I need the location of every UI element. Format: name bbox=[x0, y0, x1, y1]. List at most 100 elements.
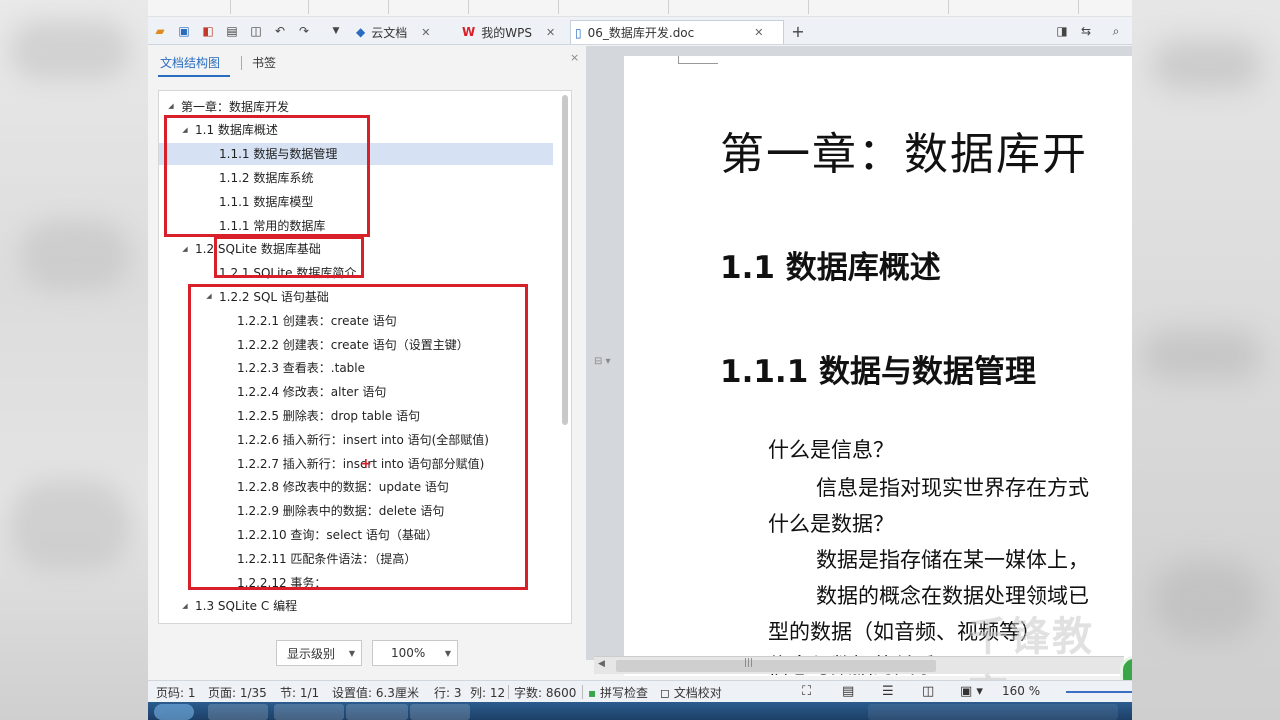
heading-2: 1.1 数据库概述 bbox=[720, 250, 941, 286]
system-tray[interactable] bbox=[868, 704, 1118, 720]
open-folder-icon[interactable]: ▰ bbox=[152, 23, 168, 39]
outline-item[interactable]: 1.2.2.1 创建表：create 语句 bbox=[159, 309, 553, 331]
doc-proof-label: 文档校对 bbox=[673, 686, 722, 700]
outline-item[interactable]: ◢ 第一章：数据库开发 bbox=[159, 95, 553, 117]
outline-item[interactable]: 1.2.2.10 查询：select 语句（基础） bbox=[159, 523, 553, 545]
outline-item[interactable]: 1.2.2.3 查看表：.table bbox=[159, 357, 553, 379]
tab-cloud-docs[interactable]: ◆ 云文档 ✕ bbox=[352, 20, 450, 44]
zoom-slider[interactable] bbox=[1066, 691, 1132, 693]
outline-item-label: 第一章：数据库开发 bbox=[181, 99, 290, 114]
status-zoom[interactable]: 160 % bbox=[1002, 684, 1040, 698]
tab-my-wps[interactable]: W 我的WPS ✕ bbox=[458, 20, 566, 44]
show-level-dropdown[interactable]: 显示级别 ▼ bbox=[276, 640, 362, 666]
windows-taskbar bbox=[148, 702, 1132, 720]
paragraph-marker-icon[interactable]: ⊟ ▾ bbox=[594, 356, 611, 367]
taskbar-app-wps[interactable] bbox=[410, 704, 470, 720]
document-page[interactable]: 第一章：数据库开 1.1 数据库概述 1.1.1 数据与数据管理 什么是信息？ … bbox=[624, 56, 1132, 676]
mouse-cursor-icon: + bbox=[360, 456, 372, 472]
close-icon[interactable]: ✕ bbox=[754, 26, 763, 39]
share-icon[interactable]: ⇆ bbox=[1078, 23, 1094, 39]
divider bbox=[508, 685, 509, 699]
expand-arrow-icon[interactable]: ◢ bbox=[165, 102, 177, 110]
outline-item[interactable]: ◢ 1.1 数据库概述 bbox=[159, 119, 553, 141]
expand-arrow-icon[interactable]: ◢ bbox=[179, 245, 191, 253]
page-view-icon[interactable]: ▤ bbox=[842, 684, 854, 699]
outline-item[interactable]: 1.2.2.6 插入新行：insert into 语句(全部赋值) bbox=[159, 428, 553, 450]
outline-item-label: 1.2.2.12 事务： bbox=[237, 575, 327, 590]
expand-arrow-icon[interactable]: ◢ bbox=[179, 126, 191, 134]
pane-bottom-controls: 显示级别 ▼ 100% ▼ bbox=[148, 640, 586, 668]
outline-item[interactable]: 1.2.2.8 修改表中的数据：update 语句 bbox=[159, 476, 553, 498]
outline-item[interactable]: 1.2.2.12 事务： bbox=[159, 571, 553, 593]
zoom-dropdown[interactable]: 100% ▼ bbox=[372, 640, 458, 666]
undo-icon[interactable]: ↶ bbox=[272, 23, 288, 39]
tree-scrollbar[interactable] bbox=[562, 95, 568, 425]
outline-view-icon[interactable]: ☰ bbox=[882, 684, 894, 699]
close-icon[interactable]: ✕ bbox=[421, 26, 430, 39]
customize-dropdown-icon[interactable]: ▼ bbox=[328, 23, 344, 39]
tab-document-structure[interactable]: 文档结构图 bbox=[160, 54, 220, 71]
print-icon[interactable]: ▤ bbox=[224, 23, 240, 39]
doc-proof-button[interactable]: ◻ 文档校对 bbox=[660, 684, 722, 701]
outline-item-label: 1.2.2 SQL 语句基础 bbox=[219, 289, 329, 304]
status-word-count[interactable]: 字数: 8600 bbox=[514, 684, 576, 701]
spell-check-toggle[interactable]: ▪ 拼写检查 bbox=[588, 684, 648, 701]
quick-access-toolbar: ▰ ▣ ◧ ▤ ◫ ↶ ↷ ▼ ◆ 云文档 ✕ W 我的WPS ✕ ▯ 06_数… bbox=[148, 17, 1132, 45]
reading-mode-icon[interactable]: ▣ ▾ bbox=[960, 684, 983, 699]
taskbar-app-browser[interactable] bbox=[346, 704, 408, 720]
paragraph: 数据是指存储在某一媒体上， bbox=[816, 548, 1089, 572]
window-mode-icon[interactable]: ◨ bbox=[1054, 23, 1070, 39]
save-icon[interactable]: ▣ bbox=[176, 23, 192, 39]
outline-item[interactable]: 1.1.2 数据库系统 bbox=[159, 166, 553, 188]
outline-item[interactable]: 1.2.2.11 匹配条件语法：（提高） bbox=[159, 547, 553, 569]
new-tab-icon[interactable]: + bbox=[790, 22, 806, 41]
outline-item[interactable]: 1.1.1 数据库模型 bbox=[159, 190, 553, 212]
outline-item[interactable]: 1.2.1 SQLite 数据库简介 bbox=[159, 262, 553, 284]
outline-item[interactable]: ◢ 1.3 SQLite C 编程 bbox=[159, 595, 553, 617]
outline-item[interactable]: 1.2.2.7 插入新行：insert into 语句部分赋值) bbox=[159, 452, 553, 474]
outline-item-label: 1.1 数据库概述 bbox=[195, 123, 278, 138]
wps-writer-window: ▰ ▣ ◧ ▤ ◫ ↶ ↷ ▼ ◆ 云文档 ✕ W 我的WPS ✕ ▯ 06_数… bbox=[148, 0, 1132, 720]
outline-item-label: 1.2.1 SQLite 数据库简介 bbox=[219, 266, 357, 281]
outline-item-label: 1.1.1 数据库模型 bbox=[219, 194, 314, 209]
outline-item[interactable]: 1.2.2.2 创建表：create 语句（设置主键） bbox=[159, 333, 553, 355]
search-icon[interactable]: ⌕ bbox=[1108, 23, 1124, 39]
outline-item-label: 1.2.2.8 修改表中的数据：update 语句 bbox=[237, 480, 449, 495]
outline-item[interactable]: 1.1.1 数据与数据管理 bbox=[159, 142, 553, 165]
document-icon: ▯ bbox=[575, 25, 582, 40]
outline-item[interactable]: 1.2.2.9 删除表中的数据：delete 语句 bbox=[159, 500, 553, 522]
document-canvas[interactable]: ⊟ ▾ 第一章：数据库开 1.1 数据库概述 1.1.1 数据与数据管理 什么是… bbox=[586, 46, 1132, 676]
outline-item[interactable]: 1.2.2.4 修改表：alter 语句 bbox=[159, 381, 553, 403]
scrollbar-thumb[interactable] bbox=[616, 660, 936, 672]
print-preview-icon[interactable]: ◫ bbox=[248, 23, 264, 39]
tab-label: 我的WPS bbox=[481, 25, 532, 40]
expand-arrow-icon[interactable]: ◢ bbox=[179, 602, 191, 610]
outline-item-label: 1.1.1 常用的数据库 bbox=[219, 218, 326, 233]
chevron-down-icon: ▼ bbox=[348, 649, 355, 658]
heading-3: 1.1.1 数据与数据管理 bbox=[720, 354, 1037, 390]
outline-item[interactable]: 1.2.2.5 删除表：drop table 语句 bbox=[159, 404, 553, 426]
outline-item[interactable]: ◢ 1.2 SQLite 数据库基础 bbox=[159, 238, 553, 260]
taskbar-app-qq[interactable] bbox=[208, 704, 268, 720]
status-section: 节: 1/1 bbox=[280, 686, 320, 700]
export-pdf-icon[interactable]: ◧ bbox=[200, 23, 216, 39]
web-view-icon[interactable]: ◫ bbox=[922, 684, 934, 699]
outline-item[interactable]: 1.3.1 打开、关闭数据库函数 bbox=[159, 619, 553, 623]
outline-item-label: 1.2.2.9 删除表中的数据：delete 语句 bbox=[237, 504, 445, 519]
close-pane-icon[interactable]: × bbox=[570, 51, 579, 64]
outline-item[interactable]: ◢ 1.2.2 SQL 语句基础 bbox=[159, 285, 553, 307]
outline-item[interactable]: 1.1.1 常用的数据库 bbox=[159, 214, 553, 236]
taskbar-app-explorer[interactable] bbox=[274, 704, 344, 720]
blurred-background-right bbox=[1132, 0, 1280, 720]
expand-arrow-icon[interactable]: ◢ bbox=[203, 292, 215, 300]
status-page: 页面: 1/35 bbox=[208, 686, 267, 700]
close-icon[interactable]: ✕ bbox=[546, 26, 555, 39]
start-button[interactable] bbox=[154, 704, 194, 720]
spell-check-label: 拼写检查 bbox=[599, 686, 648, 700]
fullscreen-view-icon[interactable]: ⛶ bbox=[802, 684, 811, 699]
tab-bookmarks[interactable]: 书签 bbox=[252, 54, 276, 71]
redo-icon[interactable]: ↷ bbox=[296, 23, 312, 39]
scroll-left-icon[interactable]: ◀ bbox=[598, 659, 605, 669]
outline-item-label: 1.2.2.10 查询：select 语句（基础） bbox=[237, 527, 438, 542]
tab-document[interactable]: ▯ 06_数据库开发.doc ✕ bbox=[570, 20, 784, 44]
